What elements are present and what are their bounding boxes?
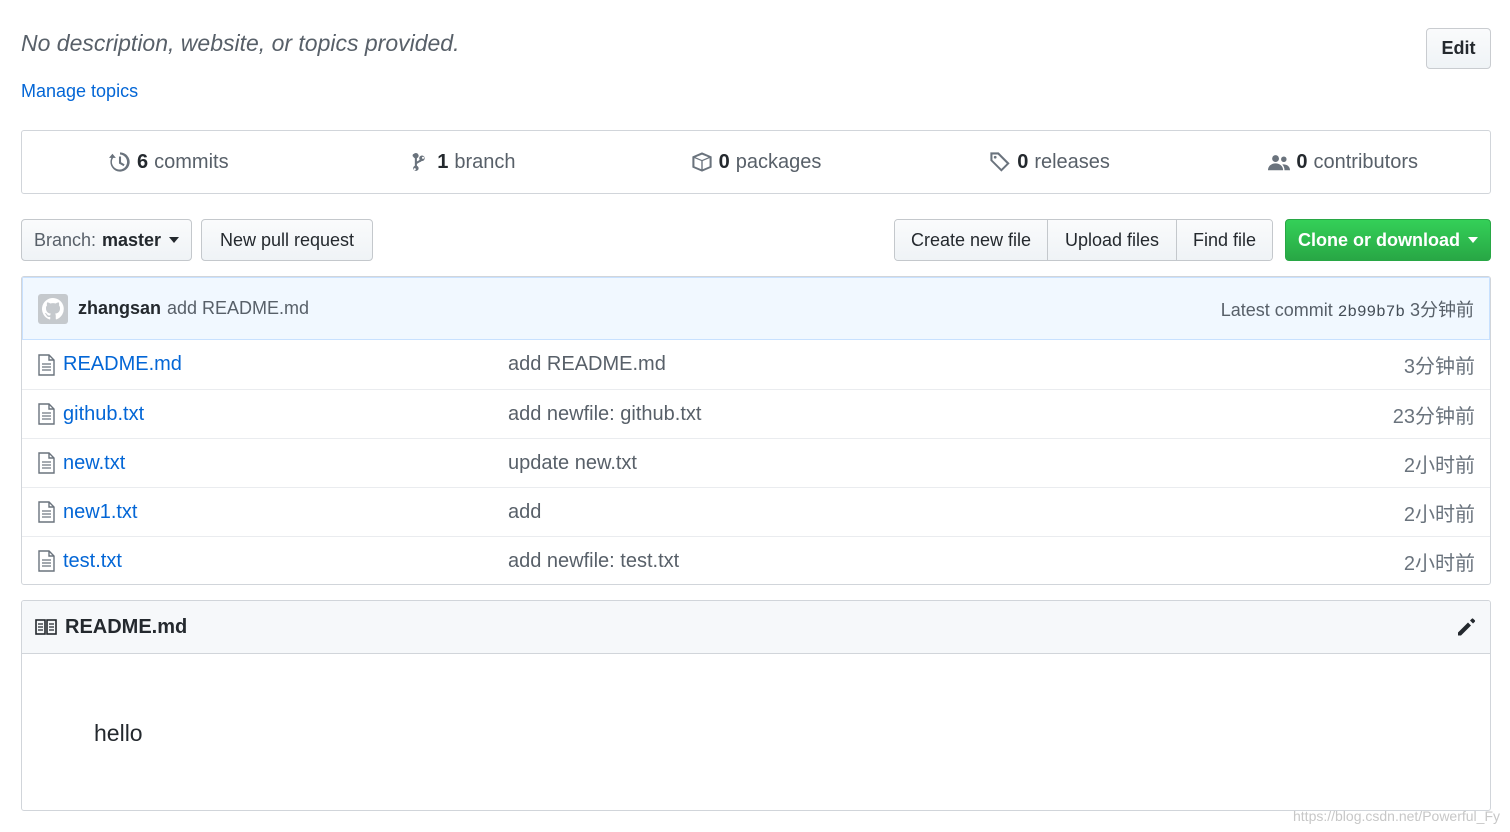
find-file-button[interactable]: Find file [1177,220,1272,260]
branches-summary[interactable]: 1 branch [316,131,610,193]
file-icon [38,353,55,376]
file-row: new1.txt add 2小时前 [22,487,1490,536]
commit-message-link[interactable]: add README.md [167,298,309,319]
caret-down-icon [1468,237,1478,243]
file-name-link[interactable]: github.txt [63,403,508,426]
file-name-link[interactable]: new.txt [63,452,508,475]
file-age: 2小时前 [1403,503,1475,526]
octocat-icon [42,297,64,319]
releases-summary[interactable]: 0 releases [903,131,1197,193]
readme-title: README.md [65,615,188,638]
releases-label: releases [1034,150,1110,173]
releases-count: 0 [1017,150,1029,173]
file-age: 2小时前 [1403,454,1475,477]
readme-panel: README.md hello [21,600,1491,811]
file-commit-message-link[interactable]: add [508,501,541,524]
contributors-label: contributors [1313,150,1418,173]
packages-count: 0 [718,150,730,173]
commit-author-link[interactable]: zhangsan [78,298,161,319]
readme-content: hello [94,720,143,746]
commit-age: 3分钟前 [1409,299,1474,320]
avatar[interactable] [38,293,68,324]
caret-down-icon [169,237,180,243]
latest-commit-label: Latest commit [1220,299,1333,320]
file-commit-message-link[interactable]: add newfile: github.txt [508,403,701,426]
git-branch-icon [412,152,425,172]
file-commit-message-link[interactable]: add newfile: test.txt [508,550,679,573]
history-icon [109,152,130,172]
edit-button[interactable]: Edit [1426,28,1491,69]
commits-label: commits [154,150,229,173]
file-list: zhangsan add README.md Latest commit 2b9… [21,276,1491,585]
upload-files-button[interactable]: Upload files [1048,220,1177,260]
file-commit-message-link[interactable]: add README.md [508,353,666,376]
readme-header: README.md [22,601,1490,654]
branches-label: branch [454,150,516,173]
clone-label: Clone or download [1298,229,1460,250]
create-new-file-button[interactable]: Create new file [895,220,1048,260]
branches-count: 1 [437,150,449,173]
people-icon [1268,155,1291,171]
repo-description: No description, website, or topics provi… [21,30,460,56]
commits-summary[interactable]: 6 commits [22,131,316,193]
file-icon [38,550,55,572]
contributors-count: 0 [1296,150,1308,173]
file-row: README.md add README.md 3分钟前 [22,340,1490,389]
file-name-link[interactable]: test.txt [63,550,508,573]
file-name-link[interactable]: README.md [63,353,508,376]
package-icon [691,152,712,172]
file-row: github.txt add newfile: github.txt 23分钟前 [22,389,1490,438]
commits-count: 6 [137,150,149,173]
new-pull-request-button[interactable]: New pull request [201,219,373,261]
file-row: new.txt update new.txt 2小时前 [22,438,1490,487]
file-age: 3分钟前 [1403,356,1475,378]
contributors-summary[interactable]: 0 contributors [1196,131,1490,193]
manage-topics-link[interactable]: Manage topics [21,81,138,102]
branch-value: master [102,229,162,250]
file-icon [38,501,55,523]
packages-label: packages [735,150,822,173]
file-actions-group: Create new file Upload files Find file [894,219,1273,261]
book-icon [35,619,57,635]
packages-summary[interactable]: 0 packages [609,131,903,193]
file-name-link[interactable]: new1.txt [63,501,508,524]
watermark: https://blog.csdn.net/Powerful_Fy [1293,808,1500,824]
file-icon [38,403,55,425]
file-age: 23分钟前 [1392,405,1475,428]
file-age: 2小时前 [1403,552,1475,575]
file-icon [38,452,55,474]
latest-commit-info: Latest commit 2b99b7b 3分钟前 [1221,296,1474,322]
pencil-icon[interactable] [1455,616,1477,638]
tag-icon [990,152,1010,172]
commit-sha-link[interactable]: 2b99b7b [1338,303,1405,321]
clone-or-download-button[interactable]: Clone or download [1285,219,1491,261]
branch-select-button[interactable]: Branch: master [21,219,192,261]
repo-summary: 6 commits 1 branch 0 packages 0 releases… [21,130,1491,194]
file-commit-message-link[interactable]: update new.txt [508,452,637,475]
branch-label: Branch: [33,229,96,250]
file-row: test.txt add newfile: test.txt 2小时前 [22,536,1490,584]
latest-commit-bar: zhangsan add README.md Latest commit 2b9… [22,277,1490,340]
